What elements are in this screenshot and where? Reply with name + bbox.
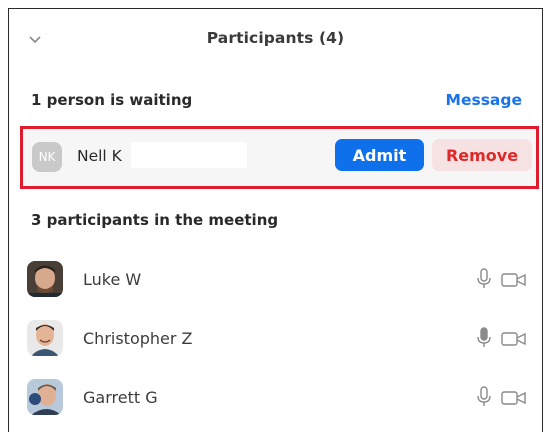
video-camera-icon[interactable] [501, 331, 527, 347]
waiting-count-label: 1 person is waiting [31, 91, 193, 109]
person-photo-icon [27, 320, 63, 356]
microphone-icon[interactable] [475, 268, 493, 290]
participant-row[interactable]: Luke W [25, 258, 534, 302]
waiting-participant-row: NK Nell K Admit Remove [20, 126, 539, 189]
person-photo-icon [27, 379, 63, 415]
microphone-icon[interactable] [475, 327, 493, 349]
waiting-participant-name: Nell K [77, 147, 122, 165]
person-photo-icon [27, 261, 63, 297]
waiting-room-header: 1 person is waiting Message [31, 91, 526, 113]
video-camera-icon[interactable] [501, 272, 527, 288]
remove-button[interactable]: Remove [432, 139, 532, 171]
video-camera-icon[interactable] [501, 390, 527, 406]
avatar: NK [32, 142, 62, 172]
redacted-name-mask [131, 142, 247, 168]
participant-row[interactable]: Garrett G [25, 376, 534, 420]
panel-header: Participants (4) [9, 9, 542, 71]
participant-name: Luke W [83, 270, 142, 289]
participant-name: Garrett G [83, 388, 158, 407]
admit-button[interactable]: Admit [335, 139, 424, 171]
message-link[interactable]: Message [446, 91, 522, 109]
meeting-participants-label: 3 participants in the meeting [31, 211, 279, 229]
participants-panel: Participants (4) 1 person is waiting Mes… [8, 8, 543, 432]
panel-title: Participants (4) [206, 29, 345, 47]
microphone-icon[interactable] [475, 386, 493, 408]
participant-name: Christopher Z [83, 329, 193, 348]
participant-row[interactable]: Christopher Z [25, 317, 534, 361]
